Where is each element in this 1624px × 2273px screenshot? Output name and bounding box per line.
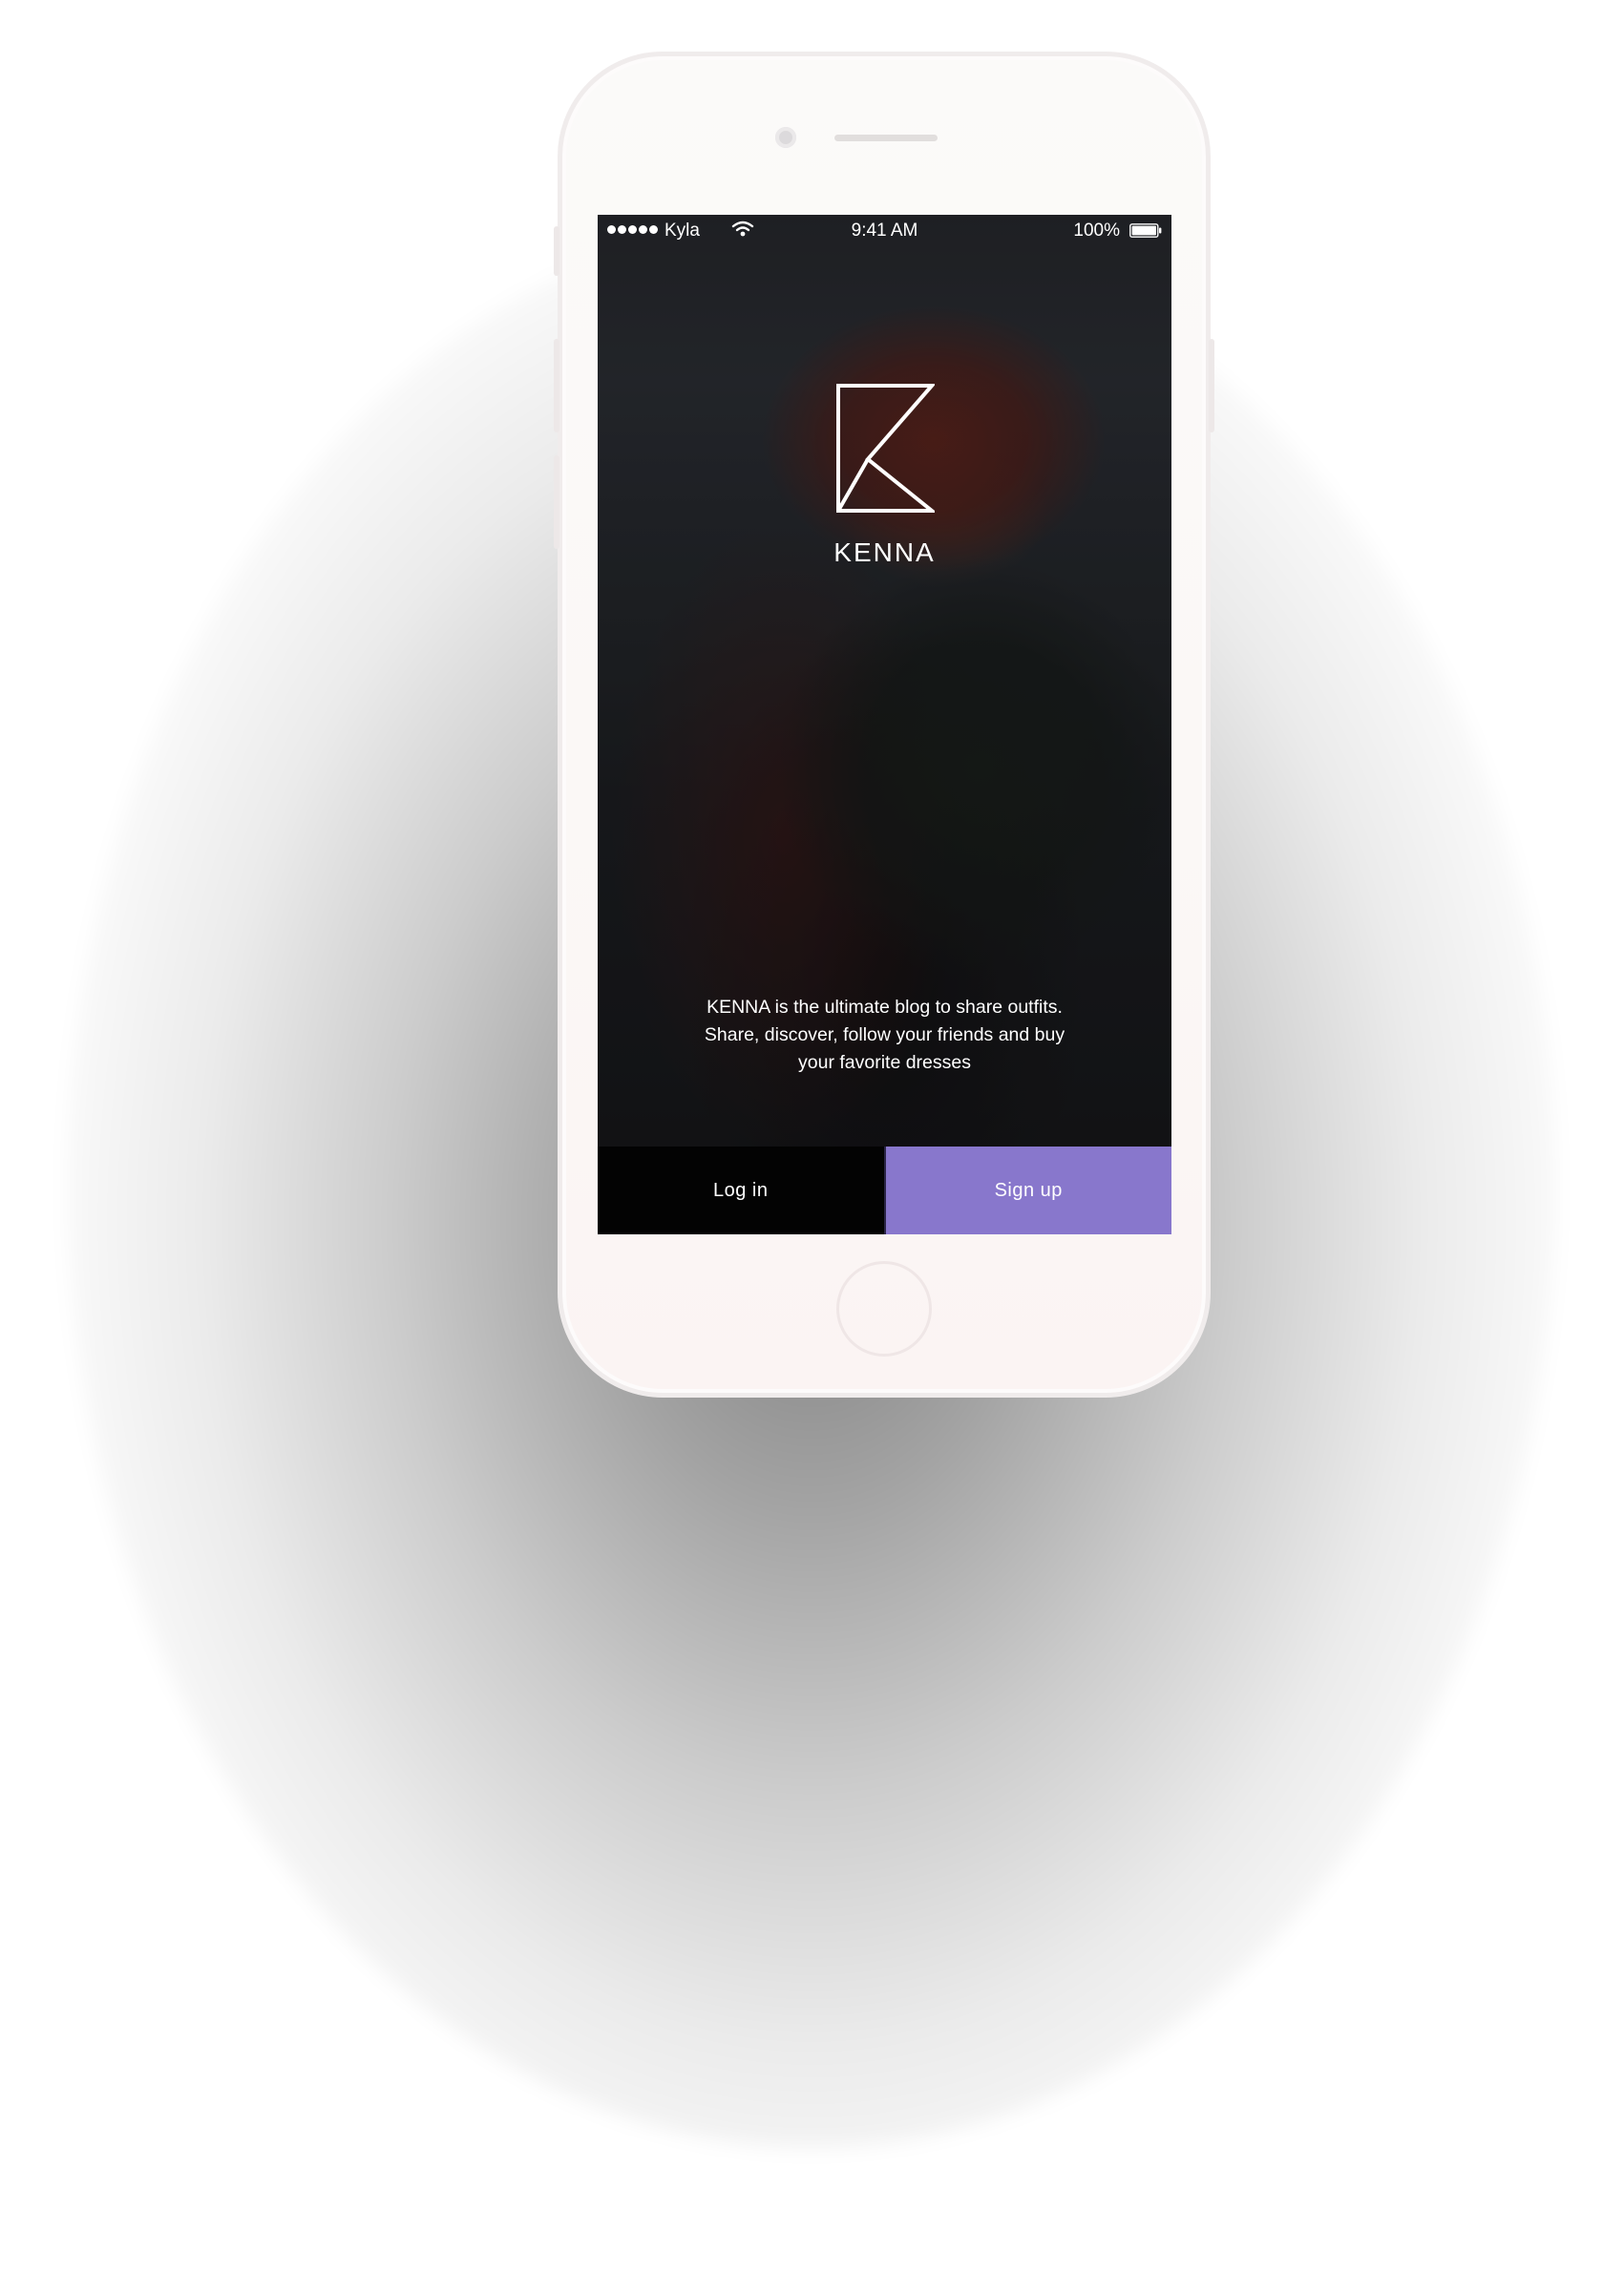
battery-icon [1129, 223, 1162, 238]
status-bar: Kyla 9:41 AM 100% [598, 215, 1171, 249]
description-line: KENNA is the ultimate blog to share outf… [707, 997, 1063, 1018]
front-camera [775, 127, 796, 148]
phone-device: Kyla 9:41 AM 100% KENNA KENNA is the ult… [554, 52, 1214, 1398]
earpiece-speaker [834, 135, 938, 141]
signup-button[interactable]: Sign up [883, 1147, 1171, 1234]
kenna-logo-icon [836, 384, 935, 513]
auth-buttons: Log in Sign up [598, 1147, 1171, 1234]
battery-percentage: 100% [1073, 221, 1120, 241]
description-line: your favorite dresses [798, 1052, 971, 1073]
volume-down-button [554, 455, 559, 549]
home-button [836, 1261, 932, 1357]
login-button[interactable]: Log in [598, 1147, 884, 1234]
app-screen: Kyla 9:41 AM 100% KENNA KENNA is the ult… [598, 215, 1171, 1234]
silent-switch [554, 226, 559, 276]
app-description: KENNA is the ultimate blog to share outf… [664, 994, 1105, 1077]
power-button [1209, 339, 1214, 432]
mockup-stage: Kyla 9:41 AM 100% KENNA KENNA is the ult… [0, 0, 1624, 2273]
description-line: Share, discover, follow your friends and… [704, 1024, 1065, 1045]
volume-up-button [554, 339, 559, 432]
brand-name: KENNA [833, 537, 936, 567]
